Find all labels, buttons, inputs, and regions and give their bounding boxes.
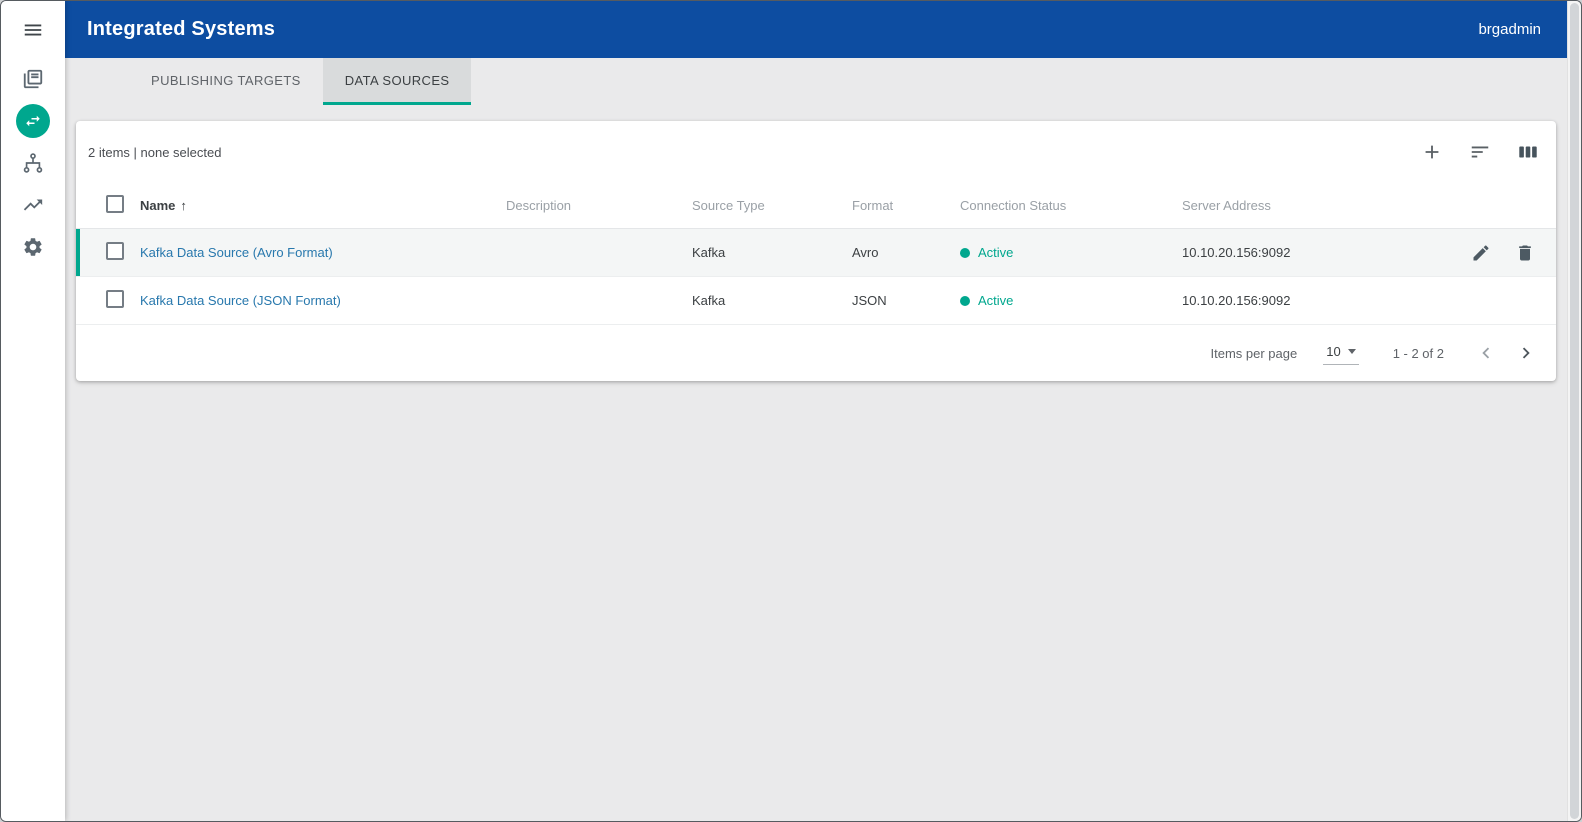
page-range-label: 1 - 2 of 2 (1393, 346, 1444, 361)
card-toolbar: 2 items | none selected (76, 121, 1556, 183)
column-header-connection-status[interactable]: Connection Status (960, 198, 1182, 213)
column-header-name[interactable]: Name ↑ (140, 198, 506, 213)
chevron-down-icon (1348, 349, 1356, 354)
main-content: 2 items | none selected (65, 105, 1567, 821)
status-badge: Active (978, 245, 1013, 260)
page-title: Integrated Systems (87, 18, 275, 41)
vertical-scrollbar[interactable] (1567, 1, 1581, 821)
gear-icon (22, 236, 44, 258)
row-server-address: 10.10.20.156:9092 (1182, 245, 1424, 260)
data-source-link[interactable]: Kafka Data Source (JSON Format) (140, 293, 341, 308)
row-format: Avro (852, 245, 960, 260)
table-row[interactable]: Kafka Data Source (JSON Format) Kafka JS… (76, 277, 1556, 325)
row-checkbox[interactable] (106, 242, 124, 260)
row-source-type: Kafka (692, 293, 852, 308)
paginator: Items per page 10 1 - 2 of 2 (76, 325, 1556, 381)
sidebar (1, 1, 65, 821)
items-per-page-label: Items per page (1211, 346, 1298, 361)
column-header-server-address[interactable]: Server Address (1182, 198, 1424, 213)
edit-icon[interactable] (1464, 236, 1498, 270)
username: brgadmin (1478, 21, 1541, 38)
tab-data-sources[interactable]: DATA SOURCES (323, 58, 472, 105)
sort-icon[interactable] (1460, 132, 1500, 172)
hierarchy-icon (22, 152, 44, 174)
items-per-page-select[interactable]: 10 (1323, 342, 1358, 365)
row-format: JSON (852, 293, 960, 308)
column-header-source-type[interactable]: Source Type (692, 198, 852, 213)
sort-asc-icon: ↑ (180, 198, 187, 213)
header: Integrated Systems brgadmin (65, 1, 1567, 58)
delete-icon[interactable] (1508, 236, 1542, 270)
selection-summary: 2 items | none selected (88, 145, 221, 160)
swap-arrows-icon (24, 112, 42, 130)
app-window: Integrated Systems brgadmin PUBLISHING T… (0, 0, 1582, 822)
next-page-button[interactable] (1506, 333, 1546, 373)
items-per-page-value: 10 (1326, 344, 1340, 359)
row-source-type: Kafka (692, 245, 852, 260)
data-sources-card: 2 items | none selected (76, 121, 1556, 381)
sidebar-item-settings[interactable] (13, 227, 53, 267)
toolbar-actions (1412, 132, 1548, 172)
tab-bar: PUBLISHING TARGETS DATA SOURCES (65, 58, 1567, 105)
data-source-link[interactable]: Kafka Data Source (Avro Format) (140, 245, 333, 260)
status-dot (960, 296, 970, 306)
column-header-description[interactable]: Description (506, 198, 692, 213)
status-badge: Active (978, 293, 1013, 308)
stacked-cards-icon (22, 68, 44, 90)
sidebar-item-catalogs[interactable] (13, 59, 53, 99)
menu-icon[interactable] (13, 10, 53, 50)
row-checkbox[interactable] (106, 290, 124, 308)
add-icon[interactable] (1412, 132, 1452, 172)
tab-publishing-targets[interactable]: PUBLISHING TARGETS (129, 58, 323, 105)
status-dot (960, 248, 970, 258)
select-all-checkbox[interactable] (106, 195, 124, 213)
columns-icon[interactable] (1508, 132, 1548, 172)
column-header-format[interactable]: Format (852, 198, 960, 213)
table-header: Name ↑ Description Source Type Format Co… (76, 183, 1556, 229)
trend-line-icon (22, 194, 44, 216)
row-server-address: 10.10.20.156:9092 (1182, 293, 1424, 308)
previous-page-button[interactable] (1466, 333, 1506, 373)
table-row[interactable]: Kafka Data Source (Avro Format) Kafka Av… (76, 229, 1556, 277)
sidebar-item-schemas[interactable] (13, 143, 53, 183)
scrollbar-thumb[interactable] (1570, 3, 1579, 819)
sidebar-item-monitoring[interactable] (13, 185, 53, 225)
sidebar-item-integrated-systems[interactable] (16, 104, 50, 138)
